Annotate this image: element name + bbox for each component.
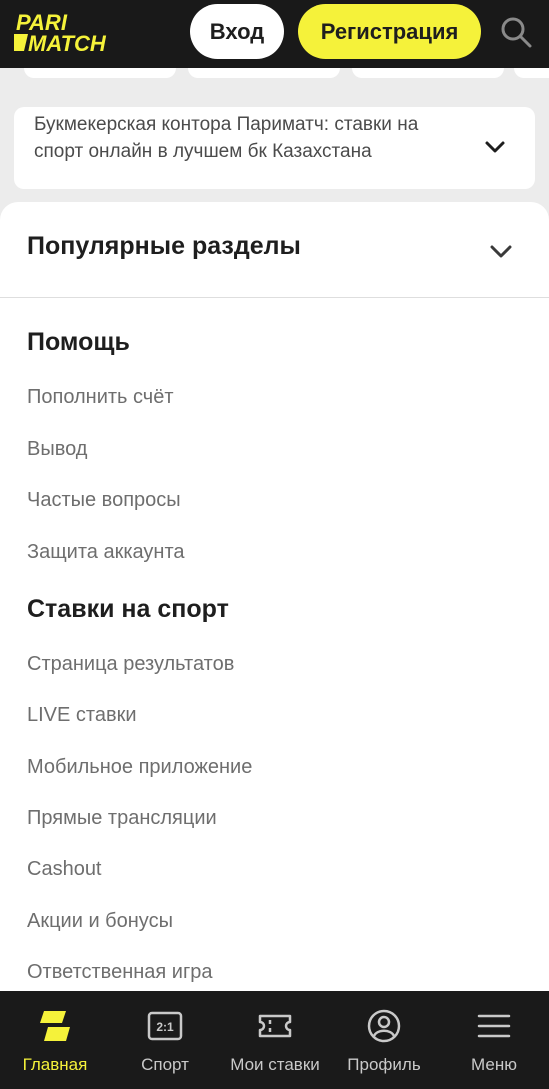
nav-menu[interactable]: Меню bbox=[439, 991, 549, 1089]
ticket-icon bbox=[255, 1007, 295, 1045]
header: PARI MATCH Вход Регистрация bbox=[0, 0, 549, 68]
help-link-deposit[interactable]: Пополнить счёт bbox=[27, 386, 174, 409]
login-button[interactable]: Вход bbox=[190, 4, 284, 59]
help-section-title: Помощь bbox=[27, 328, 130, 356]
card-stub bbox=[24, 68, 176, 78]
svg-text:MATCH: MATCH bbox=[28, 31, 107, 54]
scoreboard-icon: 2:1 bbox=[145, 1007, 185, 1045]
chevron-down-icon[interactable] bbox=[488, 238, 514, 264]
card-stub bbox=[352, 68, 504, 78]
nav-sport[interactable]: 2:1 Спорт bbox=[110, 991, 220, 1089]
popular-sections-accordion[interactable]: Популярные разделы bbox=[0, 202, 549, 298]
parimatch-logo[interactable]: PARI MATCH bbox=[14, 10, 150, 54]
nav-my-bets[interactable]: Мои ставки bbox=[220, 991, 330, 1089]
chevron-down-icon[interactable] bbox=[483, 135, 507, 159]
seo-text: Букмекерская контора Париматч: ставки на… bbox=[34, 114, 419, 162]
footer-panel: Популярные разделы Помощь Пополнить счёт… bbox=[0, 202, 549, 1089]
nav-home-label: Главная bbox=[22, 1055, 88, 1074]
cards-strip bbox=[0, 68, 549, 86]
help-link-faq[interactable]: Частые вопросы bbox=[27, 489, 181, 512]
nav-profile-label: Профиль bbox=[347, 1055, 421, 1074]
sports-link-promotions[interactable]: Акции и бонусы bbox=[27, 910, 173, 933]
nav-my-bets-label: Мои ставки bbox=[230, 1055, 320, 1074]
card-stub bbox=[514, 68, 549, 78]
nav-profile[interactable]: Профиль bbox=[329, 991, 439, 1089]
sports-section-title: Ставки на спорт bbox=[27, 595, 229, 623]
sports-link-responsible-gaming[interactable]: Ответственная игра bbox=[27, 961, 213, 984]
nav-sport-label: Спорт bbox=[141, 1055, 189, 1074]
profile-icon bbox=[364, 1007, 404, 1045]
help-link-account-security[interactable]: Защита аккаунта bbox=[27, 541, 185, 564]
sports-link-streams[interactable]: Прямые трансляции bbox=[27, 807, 217, 830]
register-button[interactable]: Регистрация bbox=[298, 4, 481, 59]
seo-expandable-block[interactable]: Букмекерская контора Париматч: ставки на… bbox=[14, 107, 535, 189]
nav-home[interactable]: Главная bbox=[0, 991, 110, 1089]
sports-link-live[interactable]: LIVE ставки bbox=[27, 704, 137, 727]
search-icon[interactable] bbox=[496, 12, 536, 52]
sports-link-mobile-app[interactable]: Мобильное приложение bbox=[27, 756, 252, 779]
sports-link-cashout[interactable]: Cashout bbox=[27, 858, 102, 881]
sports-link-results[interactable]: Страница результатов bbox=[27, 653, 234, 676]
svg-text:2:1: 2:1 bbox=[156, 1020, 174, 1034]
help-link-withdrawal[interactable]: Вывод bbox=[27, 438, 87, 461]
bottom-nav: Главная 2:1 Спорт Мои ставки Профиль Мен… bbox=[0, 991, 549, 1089]
menu-icon bbox=[474, 1007, 514, 1045]
home-logo-icon bbox=[35, 1007, 75, 1045]
popular-sections-title: Популярные разделы bbox=[27, 232, 301, 260]
nav-menu-label: Меню bbox=[471, 1055, 517, 1074]
card-stub bbox=[188, 68, 340, 78]
